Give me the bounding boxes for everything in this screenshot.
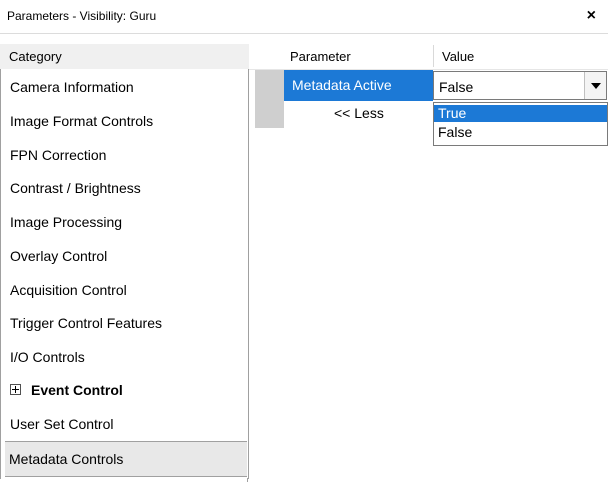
category-header-label: Category bbox=[9, 49, 62, 64]
category-item-camera-information[interactable]: Camera Information bbox=[10, 79, 134, 95]
category-item-metadata-controls[interactable]: Metadata Controls bbox=[5, 441, 247, 477]
dropdown-option-false[interactable]: False bbox=[434, 124, 607, 141]
category-item-image-processing[interactable]: Image Processing bbox=[10, 214, 122, 230]
category-item-event-control[interactable]: Event Control bbox=[10, 382, 123, 398]
parameter-column-header[interactable]: Parameter bbox=[290, 49, 351, 64]
category-item-fpn-correction[interactable]: FPN Correction bbox=[10, 147, 106, 163]
category-item-metadata-controls-label: Metadata Controls bbox=[9, 451, 124, 467]
category-item-acquisition-control[interactable]: Acquisition Control bbox=[10, 282, 127, 298]
category-list: Camera Information Image Format Controls… bbox=[0, 69, 249, 479]
value-column-header[interactable]: Value bbox=[442, 49, 474, 64]
chevron-down-icon[interactable] bbox=[584, 72, 606, 99]
row-selector-bar bbox=[255, 70, 284, 128]
category-item-event-control-label: Event Control bbox=[31, 382, 123, 398]
category-item-overlay-control[interactable]: Overlay Control bbox=[10, 248, 107, 264]
title-bar: Parameters - Visibility: Guru × bbox=[0, 0, 608, 34]
value-dropdown-list: True False bbox=[433, 102, 608, 146]
parameter-name: Metadata Active bbox=[292, 77, 392, 93]
category-item-image-format-controls[interactable]: Image Format Controls bbox=[10, 113, 153, 129]
expand-plus-icon[interactable] bbox=[10, 383, 21, 395]
category-item-user-set-control[interactable]: User Set Control bbox=[10, 416, 113, 432]
less-button[interactable]: << Less bbox=[334, 105, 384, 121]
value-combobox[interactable]: False bbox=[433, 71, 607, 100]
parameter-cell-metadata-active[interactable]: Metadata Active bbox=[284, 70, 433, 101]
close-icon[interactable]: × bbox=[587, 7, 596, 25]
window-title: Parameters - Visibility: Guru bbox=[7, 9, 157, 23]
column-divider[interactable] bbox=[433, 45, 434, 67]
category-item-contrast-brightness[interactable]: Contrast / Brightness bbox=[10, 180, 141, 196]
category-header: Category bbox=[0, 44, 250, 69]
value-combobox-text: False bbox=[439, 79, 474, 95]
category-item-trigger-control-features[interactable]: Trigger Control Features bbox=[10, 315, 162, 331]
list-border bbox=[247, 478, 248, 482]
grid-header: Parameter Value bbox=[249, 44, 608, 70]
category-item-io-controls[interactable]: I/O Controls bbox=[10, 349, 85, 365]
dropdown-option-true[interactable]: True bbox=[434, 105, 607, 122]
